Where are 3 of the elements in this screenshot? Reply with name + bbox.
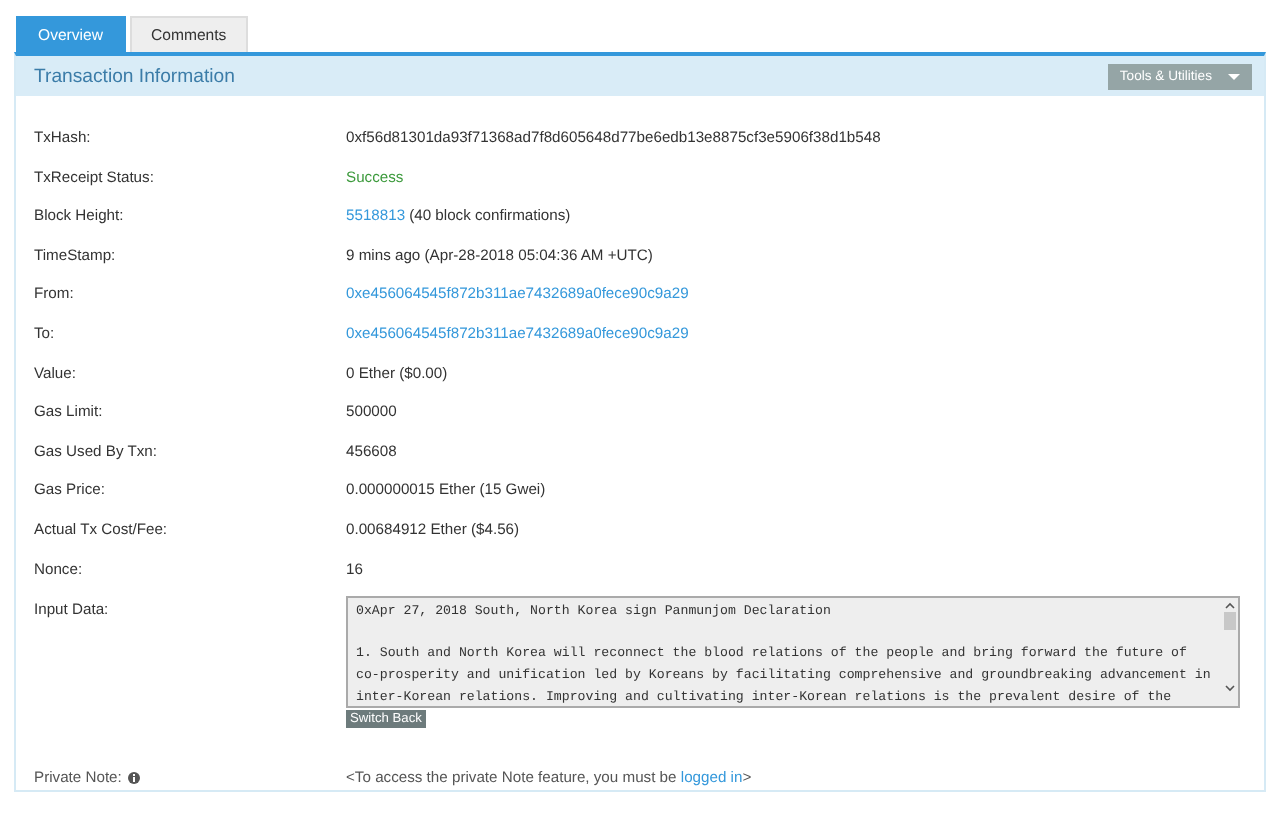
panel-title: Transaction Information bbox=[34, 65, 235, 87]
caret-icon bbox=[1228, 73, 1240, 79]
info-icon bbox=[127, 771, 140, 784]
